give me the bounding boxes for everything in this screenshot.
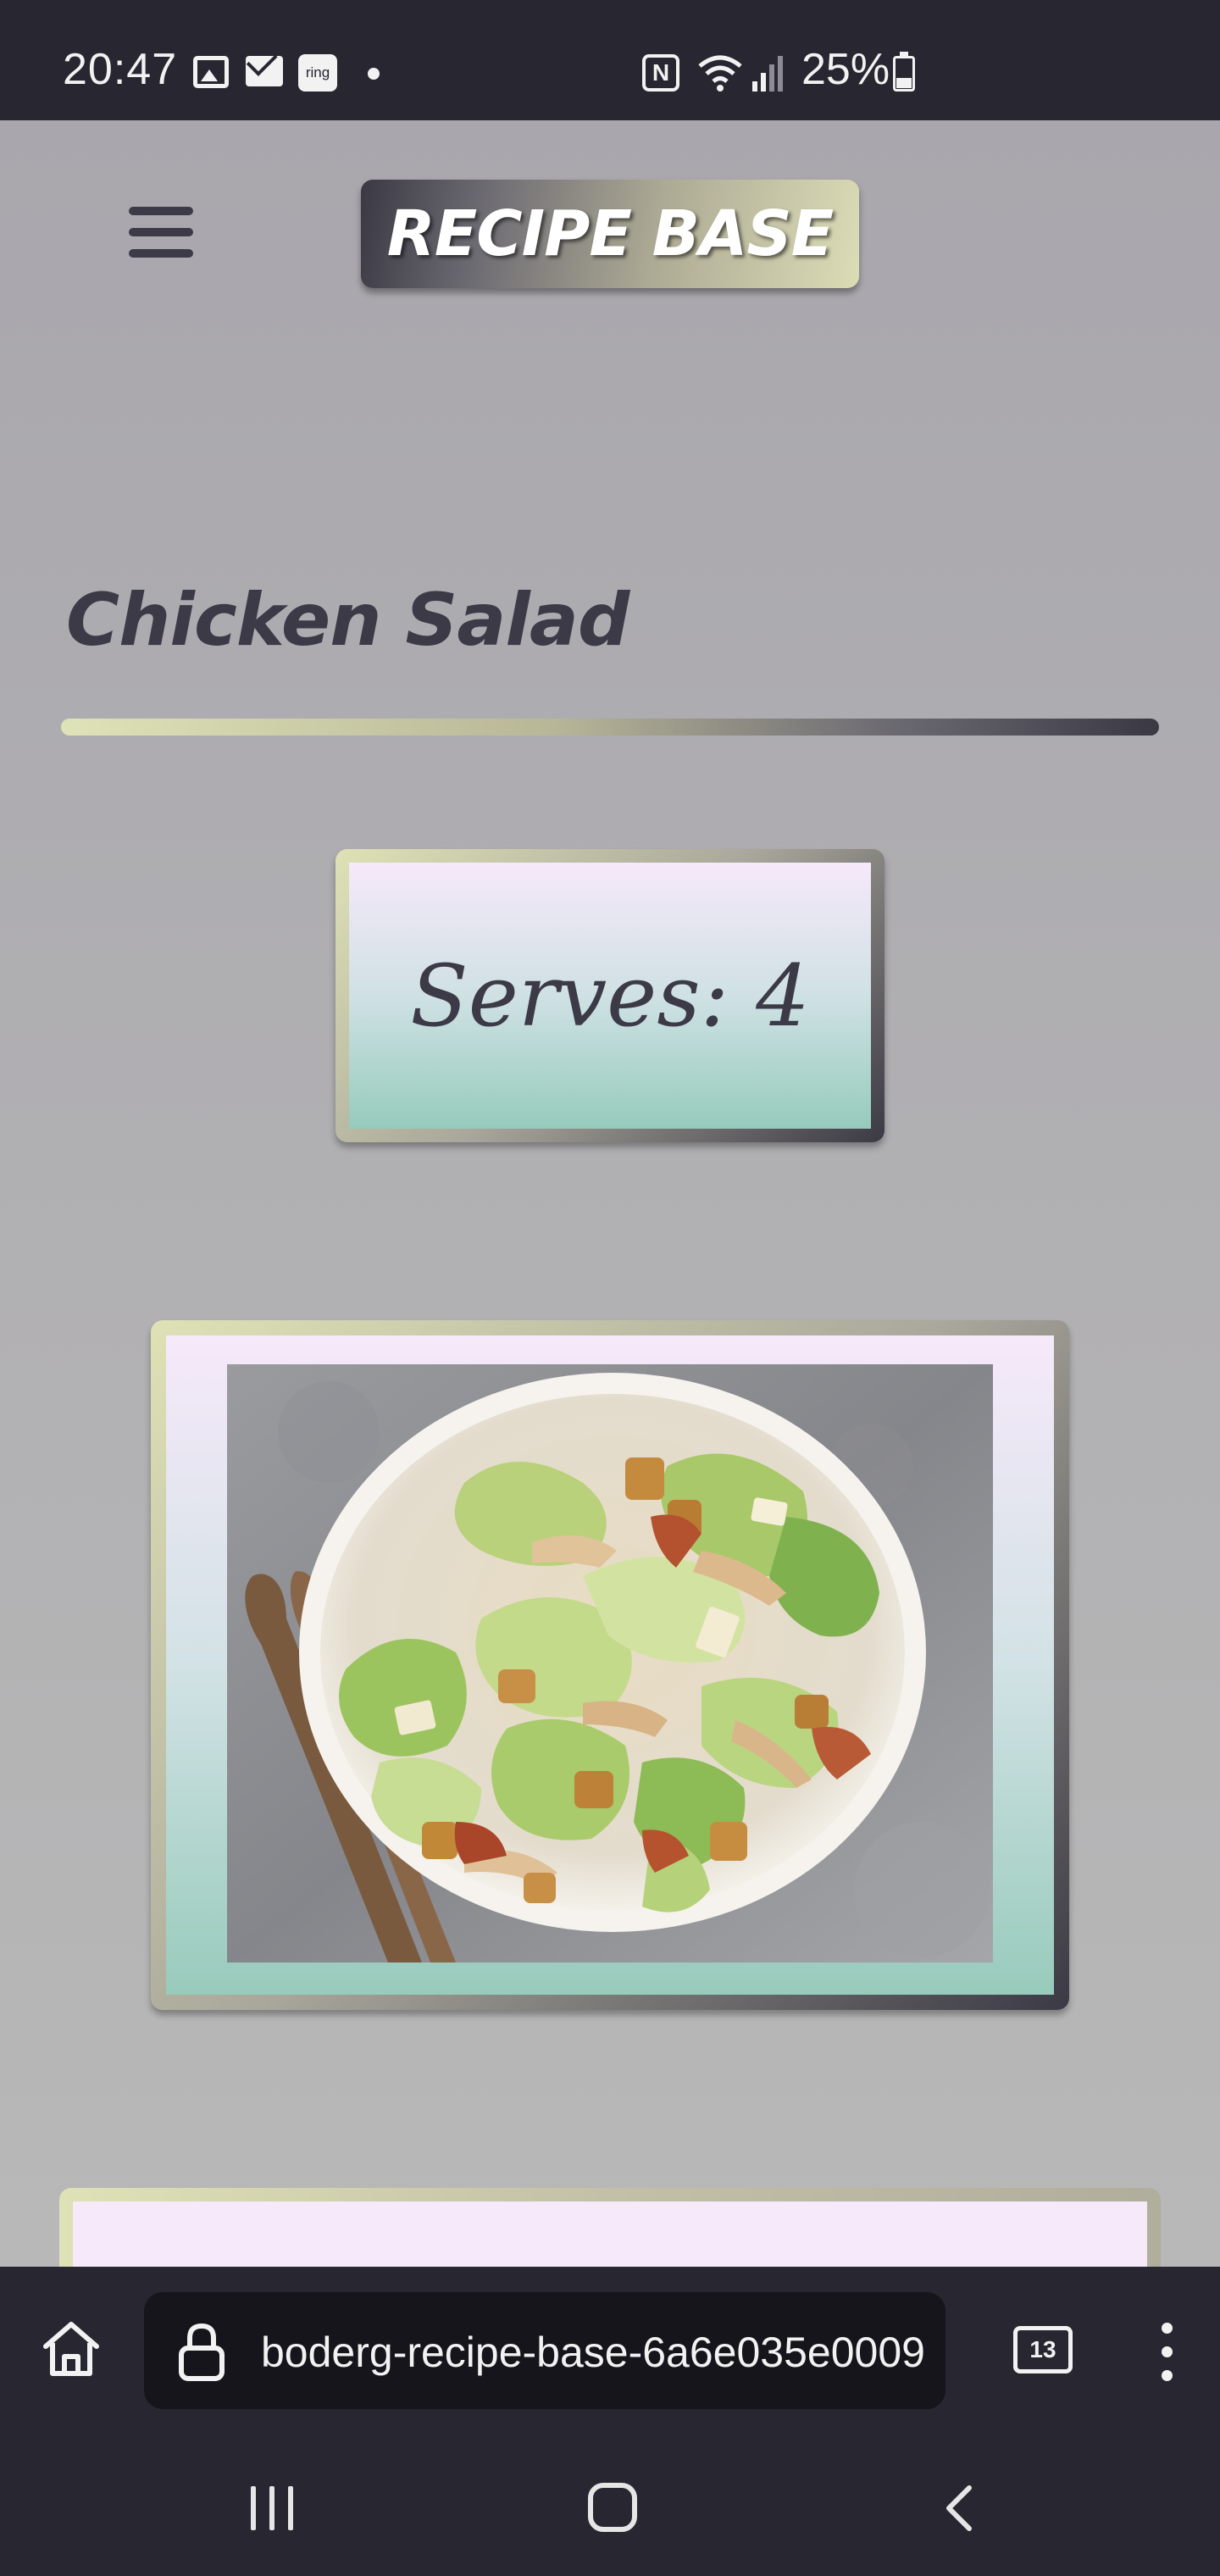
signal-icon xyxy=(752,56,783,92)
tab-switcher-button[interactable]: 13 xyxy=(1013,2326,1073,2373)
brand-logo[interactable]: RECIPE BASE xyxy=(361,180,859,288)
url-text: boderg-recipe-base-6a6e035e0009 xyxy=(261,2329,925,2376)
browser-home-icon[interactable] xyxy=(37,2314,105,2382)
mail-icon xyxy=(246,56,283,86)
status-time: 20:47 xyxy=(63,45,178,94)
menu-dot xyxy=(1162,2370,1173,2381)
title-divider xyxy=(61,719,1159,736)
system-navigation-bar xyxy=(0,2422,1220,2576)
system-home-icon[interactable] xyxy=(588,2483,637,2532)
nfc-icon: N xyxy=(642,54,679,92)
browser-toolbar: boderg-recipe-base-6a6e035e0009 13 xyxy=(0,2267,1220,2422)
ingredients-card-inner xyxy=(73,2201,1147,2267)
serves-card: Serves: 4 xyxy=(336,849,884,1142)
recipe-photo xyxy=(227,1364,993,1963)
menu-dot xyxy=(1162,2323,1173,2334)
ring-icon: ring xyxy=(298,54,337,92)
browser-menu-icon[interactable] xyxy=(1157,2323,1178,2382)
recipe-image-card xyxy=(151,1320,1069,2010)
back-icon[interactable] xyxy=(942,2483,976,2534)
recents-bar xyxy=(288,2486,293,2530)
menu-dot xyxy=(1162,2346,1173,2357)
recipe-image-frame xyxy=(166,1335,1054,1995)
menu-bar xyxy=(129,249,193,258)
status-bar: 20:47 ring N 25% xyxy=(0,0,1220,120)
recents-bar xyxy=(269,2486,274,2530)
ingredients-card-partial xyxy=(59,2188,1161,2267)
lock-icon xyxy=(179,2323,225,2381)
recipe-title: Chicken Salad xyxy=(66,578,629,663)
wifi-icon xyxy=(698,55,742,92)
menu-bar xyxy=(129,207,193,215)
battery-percent: 25% xyxy=(801,45,890,94)
battery-icon xyxy=(893,52,915,92)
recent-apps-icon[interactable] xyxy=(247,2486,298,2530)
menu-bar xyxy=(129,228,193,236)
serves-card-inner: Serves: 4 xyxy=(349,863,871,1129)
brand-title: RECIPE BASE xyxy=(386,197,834,270)
more-notifications-dot-icon xyxy=(368,68,380,80)
url-bar[interactable]: boderg-recipe-base-6a6e035e0009 xyxy=(144,2292,946,2409)
recents-bar xyxy=(251,2486,256,2530)
hamburger-menu-icon[interactable] xyxy=(129,205,193,259)
serves-label: Serves: 4 xyxy=(410,946,810,1046)
gallery-icon xyxy=(193,56,229,88)
page-content: RECIPE BASE Chicken Salad Serves: 4 xyxy=(0,120,1220,2267)
